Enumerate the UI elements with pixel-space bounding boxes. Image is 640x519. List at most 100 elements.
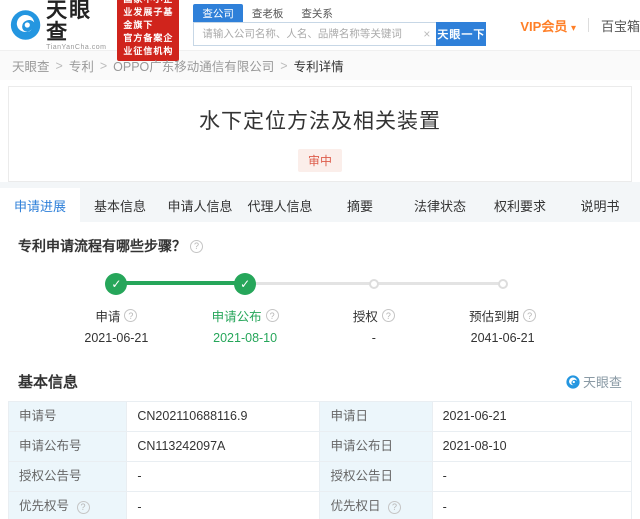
- cell-label: 优先权号 ?: [7, 491, 128, 519]
- pending-circle-icon: [368, 279, 379, 289]
- cell-label: 优先权日 ?: [319, 491, 433, 519]
- status-badge: 审中: [297, 149, 342, 172]
- tab-application-progress[interactable]: 申请进展: [0, 188, 80, 222]
- cell-value: -: [431, 491, 633, 519]
- help-icon[interactable]: ?: [190, 239, 203, 253]
- timeline-steps: ✓ 申请? 2021-06-21 ✓ 申请公布? 2021-08-10 授权? …: [52, 272, 567, 345]
- tab-applicant-info[interactable]: 申请人信息: [160, 188, 240, 222]
- tab-basic-info[interactable]: 基本信息: [80, 188, 160, 222]
- search-tab-company[interactable]: 查公司: [193, 3, 243, 23]
- tab-band: 申请进展 基本信息 申请人信息 代理人信息 摘要 法律状态 权利要求 说明书: [0, 182, 640, 222]
- search-input[interactable]: [194, 22, 437, 45]
- breadcrumb-separator: >: [55, 58, 63, 73]
- chevron-down-icon: ▾: [570, 22, 576, 34]
- patent-timeline: ✓ 申请? 2021-06-21 ✓ 申请公布? 2021-08-10 授权? …: [52, 272, 567, 345]
- breadcrumb: 天眼查 > 专利 > OPPO广东移动通信有限公司 > 专利详情: [0, 50, 640, 80]
- main-content: 专利申请流程有哪些步骤？ ? ✓ 申请? 2021-06-21 ✓ 申请公布? …: [0, 236, 640, 519]
- cell-value: 2021-06-21: [431, 401, 633, 432]
- step-label: 申请: [95, 310, 121, 324]
- search-button[interactable]: 天眼一下: [436, 21, 487, 46]
- cell-value: -: [431, 461, 633, 492]
- help-icon[interactable]: ?: [124, 309, 138, 322]
- pending-circle-icon: [497, 279, 508, 289]
- step-date: 2021-06-21: [84, 331, 149, 345]
- table-row: 授权公告号 - 授权公告日 -: [7, 461, 633, 492]
- timeline-step-application: ✓ 申请? 2021-06-21: [52, 272, 181, 345]
- basic-info-title: 基本信息: [18, 374, 79, 391]
- cell-label: 申请公布日: [319, 431, 433, 462]
- step-label: 授权: [352, 310, 378, 324]
- breadcrumb-current: 专利详情: [293, 60, 344, 74]
- top-bar: 天眼查 TianYanCha.com 国家中小企业发展子基金旗下 官方备案企业征…: [0, 0, 640, 61]
- logo-text: 天眼查 TianYanCha.com: [46, 0, 109, 51]
- watermark-text: 天眼查: [582, 375, 622, 390]
- topbar-right: VIP会员 ▾ 百宝箱: [520, 16, 640, 35]
- help-icon[interactable]: ?: [76, 501, 90, 514]
- cell-label: 授权公告日: [319, 461, 433, 492]
- help-icon[interactable]: ?: [387, 501, 401, 514]
- step-label: 申请公布: [211, 310, 262, 324]
- check-circle-icon: ✓: [105, 273, 128, 295]
- table-row: 申请号 CN202110688116.9 申请日 2021-06-21: [7, 401, 633, 432]
- table-row: 申请公布号 CN113242097A 申请公布日 2021-08-10: [7, 431, 633, 462]
- basic-info-table: 申请号 CN202110688116.9 申请日 2021-06-21 申请公布…: [7, 401, 633, 519]
- breadcrumb-separator: >: [99, 58, 108, 73]
- help-icon[interactable]: ?: [523, 309, 537, 322]
- tab-claims[interactable]: 权利要求: [480, 188, 560, 222]
- tab-agent-info[interactable]: 代理人信息: [240, 188, 320, 222]
- timeline-step-grant: 授权? -: [310, 272, 439, 345]
- cell-label: 申请公布号: [7, 431, 128, 462]
- vip-member-link[interactable]: VIP会员 ▾: [520, 16, 576, 35]
- tab-specification[interactable]: 说明书: [560, 188, 640, 222]
- divider: [587, 18, 589, 32]
- cell-label: 申请日: [319, 401, 433, 432]
- basic-info-header: 基本信息 天眼查: [18, 371, 622, 392]
- breadcrumb-patent[interactable]: 专利: [69, 56, 94, 75]
- search-area: 查公司 查老板 查关系 × 天眼一下: [193, 3, 487, 46]
- breadcrumb-separator: >: [280, 58, 288, 73]
- page-title: 水下定位方法及相关装置: [199, 110, 441, 133]
- logo-domain: TianYanCha.com: [46, 43, 107, 51]
- search-row: × 天眼一下: [193, 21, 487, 46]
- table-row: 优先权号 ? - 优先权日 ? -: [7, 491, 633, 519]
- cell-label: 申请号: [7, 401, 128, 432]
- timeline-step-publication: ✓ 申请公布? 2021-08-10: [181, 272, 310, 345]
- step-date: 2041-06-21: [470, 331, 535, 345]
- cell-value: CN202110688116.9: [126, 401, 321, 432]
- help-icon[interactable]: ?: [381, 309, 395, 322]
- gov-certification-badge: 国家中小企业发展子基金旗下 官方备案企业征信机构: [117, 0, 180, 61]
- tianyancha-logo-icon: [10, 10, 41, 40]
- search-tabs: 查公司 查老板 查关系: [193, 3, 486, 23]
- toolbox-link[interactable]: 百宝箱: [601, 16, 640, 35]
- tab-legal-status[interactable]: 法律状态: [400, 188, 480, 222]
- search-tab-boss[interactable]: 查老板: [243, 4, 293, 23]
- step-date: -: [371, 331, 376, 345]
- step-date: 2021-08-10: [213, 331, 278, 345]
- search-input-wrap: ×: [193, 21, 437, 46]
- tianyancha-watermark: 天眼查: [566, 372, 622, 391]
- breadcrumb-company[interactable]: OPPO广东移动通信有限公司: [113, 56, 274, 75]
- tianyancha-logo[interactable]: 天眼查 TianYanCha.com: [10, 0, 109, 51]
- clear-icon[interactable]: ×: [423, 27, 430, 41]
- check-circle-icon: ✓: [234, 273, 257, 295]
- cell-value: CN113242097A: [126, 431, 321, 462]
- process-heading: 专利申请流程有哪些步骤？ ?: [18, 236, 632, 256]
- help-icon[interactable]: ?: [265, 309, 279, 322]
- timeline-step-expiry: 预估到期? 2041-06-21: [438, 272, 567, 345]
- logo-name: 天眼查: [46, 0, 93, 44]
- tab-bar: 申请进展 基本信息 申请人信息 代理人信息 摘要 法律状态 权利要求 说明书: [0, 188, 640, 222]
- search-tab-relation[interactable]: 查关系: [292, 4, 342, 23]
- gov-badge-line1: 国家中小企业发展子基金旗下: [123, 0, 174, 30]
- tab-abstract[interactable]: 摘要: [320, 188, 400, 222]
- cell-label: 授权公告号: [7, 461, 128, 492]
- process-heading-text: 专利申请流程有哪些步骤？: [18, 238, 186, 254]
- patent-title-card: 水下定位方法及相关装置 审中: [8, 86, 632, 182]
- gov-badge-line2: 官方备案企业征信机构: [123, 32, 174, 56]
- cell-value: 2021-08-10: [431, 431, 633, 462]
- step-label: 预估到期: [469, 310, 520, 324]
- tianyancha-watermark-icon: [566, 374, 580, 389]
- breadcrumb-home[interactable]: 天眼查: [12, 56, 50, 75]
- cell-value: -: [126, 461, 321, 492]
- vip-label: VIP会员: [520, 18, 568, 34]
- cell-value: -: [126, 491, 321, 519]
